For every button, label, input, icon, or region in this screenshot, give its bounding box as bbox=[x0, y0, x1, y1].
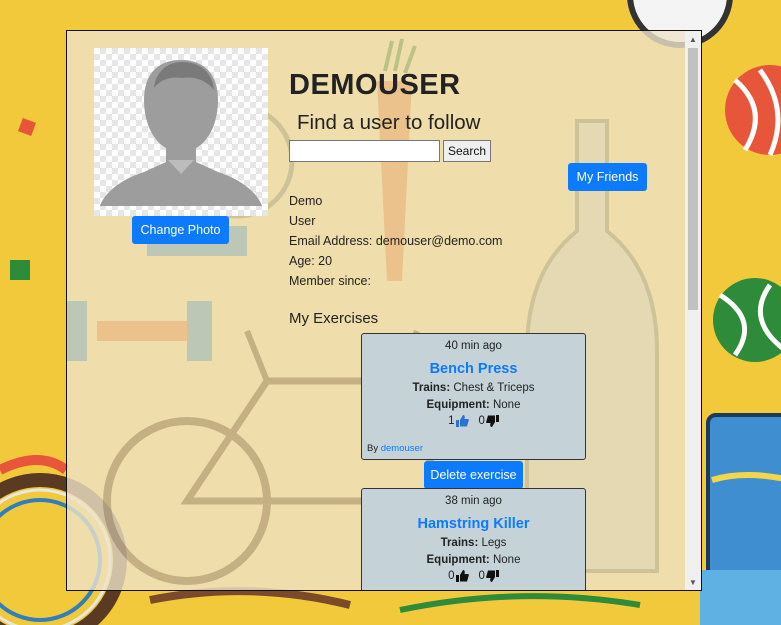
by-label: By bbox=[367, 443, 379, 454]
exercise-time: 38 min ago bbox=[445, 495, 502, 507]
profile-info: Demo User Email Address: demouser@demo.c… bbox=[289, 191, 502, 291]
first-name: Demo bbox=[289, 194, 323, 208]
trains-value: Chest & Triceps bbox=[453, 382, 535, 394]
like-count: 0 bbox=[448, 570, 455, 582]
exercise-votes: 1 0 bbox=[362, 415, 585, 427]
profile-panel: Change Photo DEMOUSER Find a user to fol… bbox=[66, 30, 702, 591]
trains-value: Legs bbox=[481, 537, 507, 549]
search-button[interactable]: Search bbox=[443, 140, 491, 162]
user-search-input[interactable] bbox=[289, 140, 440, 162]
scroll-thumb[interactable] bbox=[688, 48, 698, 310]
thumbs-down-icon bbox=[486, 415, 499, 427]
age-line: Age: 20 bbox=[289, 254, 333, 268]
delete-exercise-button[interactable]: Delete exercise bbox=[424, 461, 523, 489]
member-since-line: Member since: bbox=[289, 274, 371, 288]
exercise-votes: 0 0 bbox=[362, 570, 585, 582]
email-line: Email Address: demouser@demo.com bbox=[289, 234, 503, 248]
like-button[interactable]: 0 bbox=[448, 570, 469, 582]
equipment-label: Equipment: bbox=[426, 554, 490, 566]
find-user-heading: Find a user to follow bbox=[297, 111, 481, 134]
exercise-trains: Trains: Legs bbox=[362, 537, 585, 549]
like-button[interactable]: 1 bbox=[448, 415, 469, 427]
my-friends-button[interactable]: My Friends bbox=[568, 163, 647, 191]
my-exercises-heading: My Exercises bbox=[289, 310, 379, 327]
equipment-label: Equipment: bbox=[426, 399, 490, 411]
username-heading: DEMOUSER bbox=[289, 69, 461, 101]
exercise-equipment: Equipment: None bbox=[362, 399, 585, 411]
trains-label: Trains: bbox=[412, 382, 451, 394]
equipment-value: None bbox=[492, 554, 521, 566]
scroll-down-arrow-icon[interactable]: ▼ bbox=[685, 574, 701, 590]
vertical-scrollbar[interactable]: ▲ ▼ bbox=[685, 31, 701, 590]
thumbs-down-icon bbox=[486, 570, 499, 582]
exercise-time: 40 min ago bbox=[445, 340, 502, 352]
dislike-button[interactable]: 0 bbox=[479, 415, 499, 427]
change-photo-button[interactable]: Change Photo bbox=[132, 216, 229, 244]
like-count: 1 bbox=[448, 415, 455, 427]
dislike-count: 0 bbox=[478, 570, 485, 582]
scroll-up-arrow-icon[interactable]: ▲ bbox=[685, 31, 701, 47]
exercise-author: By demouser bbox=[367, 443, 423, 454]
profile-photo bbox=[94, 48, 268, 216]
equipment-value: None bbox=[492, 399, 521, 411]
author-link[interactable]: demouser bbox=[381, 443, 423, 454]
thumbs-up-icon bbox=[455, 415, 469, 427]
trains-label: Trains: bbox=[440, 537, 479, 549]
default-avatar-icon bbox=[100, 60, 262, 206]
dislike-count: 0 bbox=[478, 415, 485, 427]
exercise-trains: Trains: Chest & Triceps bbox=[362, 382, 585, 394]
exercise-title-link[interactable]: Hamstring Killer bbox=[362, 516, 585, 532]
exercise-card: 38 min ago Hamstring Killer Trains: Legs… bbox=[361, 488, 586, 590]
exercise-title-link[interactable]: Bench Press bbox=[362, 361, 585, 377]
thumbs-up-icon bbox=[455, 570, 469, 582]
dislike-button[interactable]: 0 bbox=[479, 570, 499, 582]
exercise-equipment: Equipment: None bbox=[362, 554, 585, 566]
exercise-card: 40 min ago Bench Press Trains: Chest & T… bbox=[361, 333, 586, 460]
last-name: User bbox=[289, 214, 316, 228]
